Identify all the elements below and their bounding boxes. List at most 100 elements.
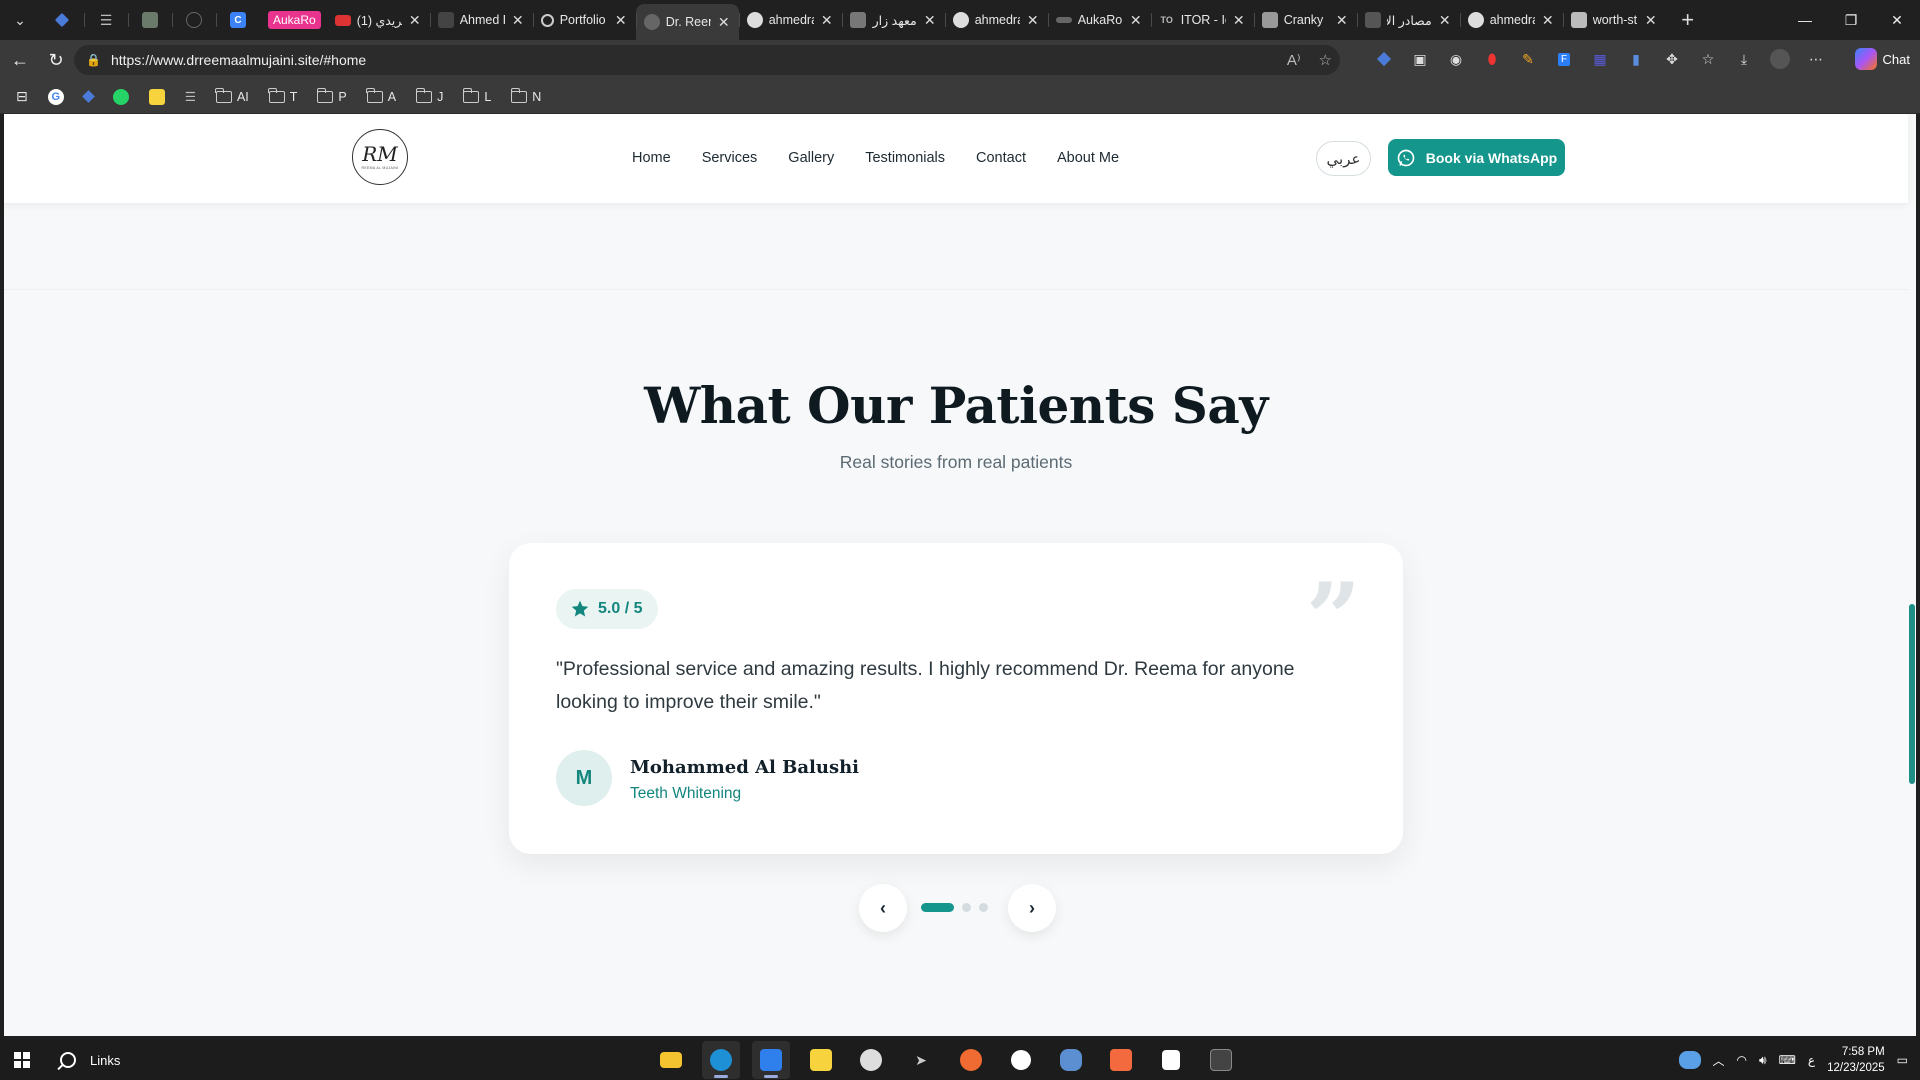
tab-masader[interactable]: مصادر الا ✕: [1356, 4, 1460, 36]
read-aloud-icon[interactable]: A⁾: [1287, 51, 1301, 69]
favorites-icon[interactable]: ☆: [1696, 46, 1720, 72]
whatsapp-bookmark[interactable]: [107, 84, 135, 110]
gem-bookmark[interactable]: [78, 84, 99, 110]
minimize-icon[interactable]: —: [1782, 0, 1828, 40]
close-tab-icon[interactable]: ✕: [408, 12, 422, 29]
taskbar-clock[interactable]: [852, 1041, 890, 1079]
bookmark-folder-n[interactable]: N: [505, 84, 547, 110]
carousel-dot-2[interactable]: [962, 903, 971, 912]
profile-avatar-icon[interactable]: [1768, 46, 1792, 72]
tab-cranky[interactable]: Cranky ✕: [1253, 4, 1357, 36]
aukaro-badge-tab[interactable]: AukaRo: [268, 11, 321, 29]
keyboard-icon[interactable]: ⌨: [1779, 1053, 1796, 1067]
close-tab-icon[interactable]: ✕: [923, 12, 937, 29]
pinned-tab-app[interactable]: [128, 4, 172, 36]
carousel-dot-3[interactable]: [979, 903, 988, 912]
nav-link-services[interactable]: Services: [702, 150, 758, 166]
volume-icon[interactable]: 🔊︎: [1759, 1053, 1767, 1068]
page-scrollbar[interactable]: [1908, 114, 1916, 1036]
taskbar-postman[interactable]: [952, 1041, 990, 1079]
tab-itor[interactable]: TO ITOR - Ic ✕: [1150, 4, 1254, 36]
list-bookmark[interactable]: ☰: [179, 84, 202, 110]
tab-actions-menu-icon[interactable]: ⌄: [0, 0, 40, 40]
close-tab-icon[interactable]: ✕: [1232, 12, 1246, 29]
nav-link-home[interactable]: Home: [632, 150, 671, 166]
site-info-icon[interactable]: 🔒: [86, 53, 101, 67]
site-logo[interactable]: RM REEMA AL MUJAINI: [352, 129, 408, 185]
translate-extension-icon[interactable]: ▦: [1588, 46, 1612, 72]
tab-portfolio[interactable]: Portfolio ✕: [532, 4, 636, 36]
next-slide-button[interactable]: ›: [1008, 884, 1056, 932]
pinned-tab-list[interactable]: ☰: [84, 4, 128, 36]
pinned-tab-gem[interactable]: [40, 4, 84, 36]
tab-zara[interactable]: معهد زارا ✕: [841, 4, 945, 36]
taskbar-edge[interactable]: [702, 1041, 740, 1079]
extensions-puzzle-icon[interactable]: ✥: [1660, 46, 1684, 72]
toggle-bookmarks-icon[interactable]: ⊟: [10, 84, 34, 110]
bookmark-folder-j[interactable]: J: [410, 84, 449, 110]
language-toggle-button[interactable]: عربي: [1316, 141, 1371, 176]
close-tab-icon[interactable]: ✕: [1541, 12, 1555, 29]
tab-worth[interactable]: worth-st ✕: [1562, 4, 1666, 36]
close-tab-icon[interactable]: ✕: [1335, 12, 1349, 29]
tab-dr-reema-active[interactable]: Dr. Reem ✕: [635, 4, 739, 40]
close-tab-icon[interactable]: ✕: [1026, 12, 1040, 29]
taskbar-arrow-app[interactable]: ➤: [902, 1041, 940, 1079]
taskbar-dark-app[interactable]: [1002, 1041, 1040, 1079]
google-bookmark[interactable]: G: [42, 84, 70, 110]
copilot-chat-button[interactable]: Chat: [1854, 48, 1910, 70]
close-tab-icon[interactable]: ✕: [614, 12, 628, 29]
close-tab-icon[interactable]: ✕: [1129, 12, 1143, 29]
favorite-star-icon[interactable]: ☆: [1319, 51, 1332, 69]
tab-ahmed[interactable]: Ahmed R ✕: [429, 4, 533, 36]
url-field[interactable]: 🔒 https://www.drreemaalmujaini.site/#hom…: [74, 45, 1340, 75]
input-language[interactable]: ع: [1808, 1053, 1815, 1067]
pen-extension-icon[interactable]: ✎: [1516, 46, 1540, 72]
close-tab-icon[interactable]: ✕: [511, 12, 525, 29]
start-button[interactable]: [0, 1040, 44, 1080]
pinned-tab-whatsapp[interactable]: [172, 4, 216, 36]
tab-github-1[interactable]: ahmedra ✕: [738, 4, 842, 36]
downloads-icon[interactable]: ⤓: [1732, 46, 1756, 72]
taskbar-postgres[interactable]: [1052, 1041, 1090, 1079]
taskbar-vscode[interactable]: [752, 1041, 790, 1079]
tab-github-2[interactable]: ahmedra ✕: [944, 4, 1048, 36]
record-extension-icon[interactable]: ◉: [1444, 46, 1468, 72]
nav-link-gallery[interactable]: Gallery: [788, 150, 834, 166]
restore-icon[interactable]: ❐: [1828, 0, 1874, 40]
taskbar-sticky-notes[interactable]: [802, 1041, 840, 1079]
bookmark-folder-a[interactable]: A: [361, 84, 402, 110]
refresh-icon[interactable]: ↻: [38, 42, 74, 78]
taskbar-search[interactable]: Links: [44, 1040, 120, 1080]
wifi-icon[interactable]: ◠: [1737, 1053, 1747, 1067]
clock[interactable]: 7:58 PM 12/23/2025: [1827, 1044, 1885, 1076]
nav-link-contact[interactable]: Contact: [976, 150, 1026, 166]
taskbar-file-explorer[interactable]: [652, 1041, 690, 1079]
close-tab-icon[interactable]: ✕: [717, 14, 731, 31]
tab-github-3[interactable]: ahmedra ✕: [1459, 4, 1563, 36]
taskbar-xampp[interactable]: [1102, 1041, 1140, 1079]
back-icon[interactable]: ←: [2, 42, 38, 78]
taskbar-terminal[interactable]: [1202, 1041, 1240, 1079]
notes-bookmark[interactable]: [143, 84, 171, 110]
notifications-icon[interactable]: ▭: [1897, 1053, 1908, 1067]
bookmark-folder-l[interactable]: L: [457, 84, 497, 110]
close-tab-icon[interactable]: ✕: [1644, 12, 1658, 29]
close-window-icon[interactable]: ✕: [1874, 0, 1920, 40]
doc-extension-icon[interactable]: ▮: [1624, 46, 1648, 72]
nav-link-testimonials[interactable]: Testimonials: [865, 150, 945, 166]
window-extension-icon[interactable]: ▣: [1408, 46, 1432, 72]
tab-youtube[interactable]: (1) فريدي ✕: [327, 4, 430, 36]
close-tab-icon[interactable]: ✕: [820, 12, 834, 29]
gem-extension-icon[interactable]: [1372, 46, 1396, 72]
weather-icon[interactable]: [1678, 1051, 1701, 1069]
more-menu-icon[interactable]: ⋯: [1804, 46, 1828, 72]
pinned-tab-c[interactable]: C: [216, 4, 260, 36]
close-tab-icon[interactable]: ✕: [1438, 12, 1452, 29]
bookmark-folder-t[interactable]: T: [263, 84, 304, 110]
book-whatsapp-button[interactable]: Book via WhatsApp: [1388, 139, 1565, 176]
tab-aukaro[interactable]: AukaRo ✕: [1047, 4, 1151, 36]
bookmark-folder-p[interactable]: P: [311, 84, 352, 110]
show-hidden-icons-icon[interactable]: ︿: [1713, 1052, 1725, 1069]
scrollbar-thumb[interactable]: [1909, 604, 1915, 784]
